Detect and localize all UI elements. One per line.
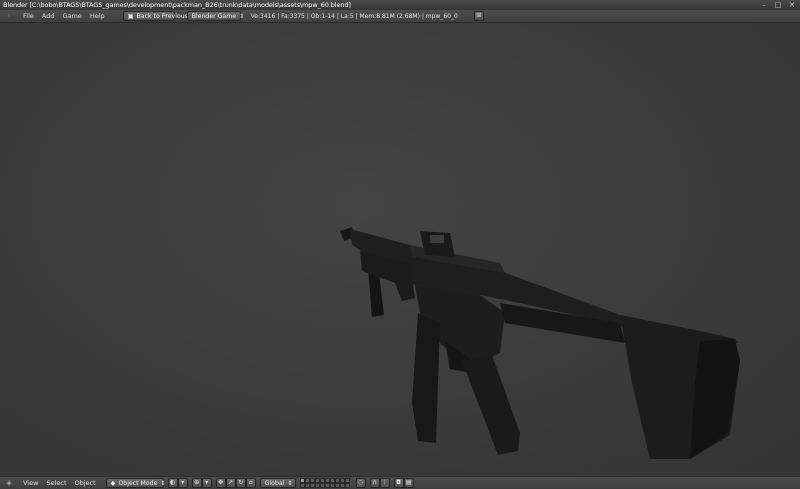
dropdown-arrows-icon: ⇕ <box>160 479 166 487</box>
minimize-button[interactable]: – <box>760 1 768 9</box>
rifle-sight <box>420 231 455 257</box>
magnet-icon[interactable]: ∩ <box>369 478 380 488</box>
interaction-mode-label: Object Mode <box>118 479 158 487</box>
dropdown-arrows-icon: ⇕ <box>287 479 293 487</box>
3d-view-editor-icon[interactable]: ◈ <box>4 478 14 488</box>
rifle-sight-window <box>430 235 444 243</box>
menu-object[interactable]: Object <box>71 477 100 489</box>
lock-group: ◌ <box>355 478 366 488</box>
pivot-point-icon[interactable]: ⊕ <box>191 478 202 488</box>
rotate-icon[interactable]: ↻ <box>235 478 246 488</box>
manipulator-group: ✥ ↗ ↻ ▫ <box>215 478 256 488</box>
menu-select[interactable]: Select <box>42 477 70 489</box>
3d-viewport[interactable] <box>0 23 800 476</box>
report-icon[interactable]: ⊞ <box>473 11 484 21</box>
window-controls: – □ ✕ <box>760 1 796 9</box>
rifle-magazine <box>412 313 440 443</box>
pivot-dropdown-icon[interactable]: ▾ <box>201 478 212 488</box>
shading-dropdown-icon[interactable]: ▾ <box>177 478 188 488</box>
back-to-previous-button[interactable]: ▣ Back to Previous <box>122 11 188 21</box>
dropdown-arrows-icon: ⇕ <box>239 12 245 20</box>
snap-element-icon[interactable]: ⋮ <box>379 478 390 488</box>
scene-statistics: Ve:3416 | Fa:3375 | Ob:1-14 | La:5 | Mem… <box>250 12 458 20</box>
object-mode-icon: ◆ <box>110 479 116 487</box>
rifle-model <box>340 227 740 459</box>
transform-orientation-label: Global <box>264 479 285 487</box>
render-engine-label: Blender Game <box>191 12 237 20</box>
translate-icon[interactable]: ↗ <box>225 478 236 488</box>
layer-button[interactable] <box>344 483 350 488</box>
rifle-pistol-grip <box>462 355 520 455</box>
window-title-bar: Blender [C:\bobo\BTAGS\BTAGS_games\devel… <box>0 0 800 10</box>
manipulator-icon[interactable]: ✥ <box>215 478 226 488</box>
shading-group: ◐ ▾ <box>167 478 188 488</box>
transform-orientation-select[interactable]: Global ⇕ <box>259 478 296 488</box>
snap-group: ∩ ⋮ <box>369 478 390 488</box>
maximize-button[interactable]: □ <box>774 1 782 9</box>
pivot-group: ⊕ ▾ <box>191 478 212 488</box>
back-to-previous-label: Back to Previous <box>136 12 188 20</box>
scale-icon[interactable]: ▫ <box>245 478 256 488</box>
info-header: ◦ File Add Game Help ▣ Back to Previous … <box>0 10 800 23</box>
info-editor-icon[interactable]: ◦ <box>4 11 14 21</box>
layer-buttons[interactable] <box>299 478 350 488</box>
render-engine-select[interactable]: Blender Game ⇕ <box>186 11 245 21</box>
menu-help[interactable]: Help <box>86 10 109 23</box>
menu-game[interactable]: Game <box>58 10 85 23</box>
screen-back-icon: ▣ <box>127 12 134 20</box>
menu-view[interactable]: View <box>19 477 42 489</box>
close-button[interactable]: ✕ <box>788 1 796 9</box>
render-group: ◘ ▤ <box>393 478 414 488</box>
menu-add[interactable]: Add <box>38 10 59 23</box>
camera-icon[interactable]: ◘ <box>393 478 404 488</box>
window-title: Blender [C:\bobo\BTAGS\BTAGS_games\devel… <box>3 1 351 9</box>
menu-file[interactable]: File <box>19 10 38 23</box>
interaction-mode-select[interactable]: ◆ Object Mode ⇕ <box>105 478 166 488</box>
viewport-shading-icon[interactable]: ◐ <box>167 478 178 488</box>
render-anim-icon[interactable]: ▤ <box>403 478 414 488</box>
3d-view-header: ◈ View Select Object ◆ Object Mode ⇕ ◐ ▾… <box>0 476 800 489</box>
lock-icon[interactable]: ◌ <box>355 478 366 488</box>
